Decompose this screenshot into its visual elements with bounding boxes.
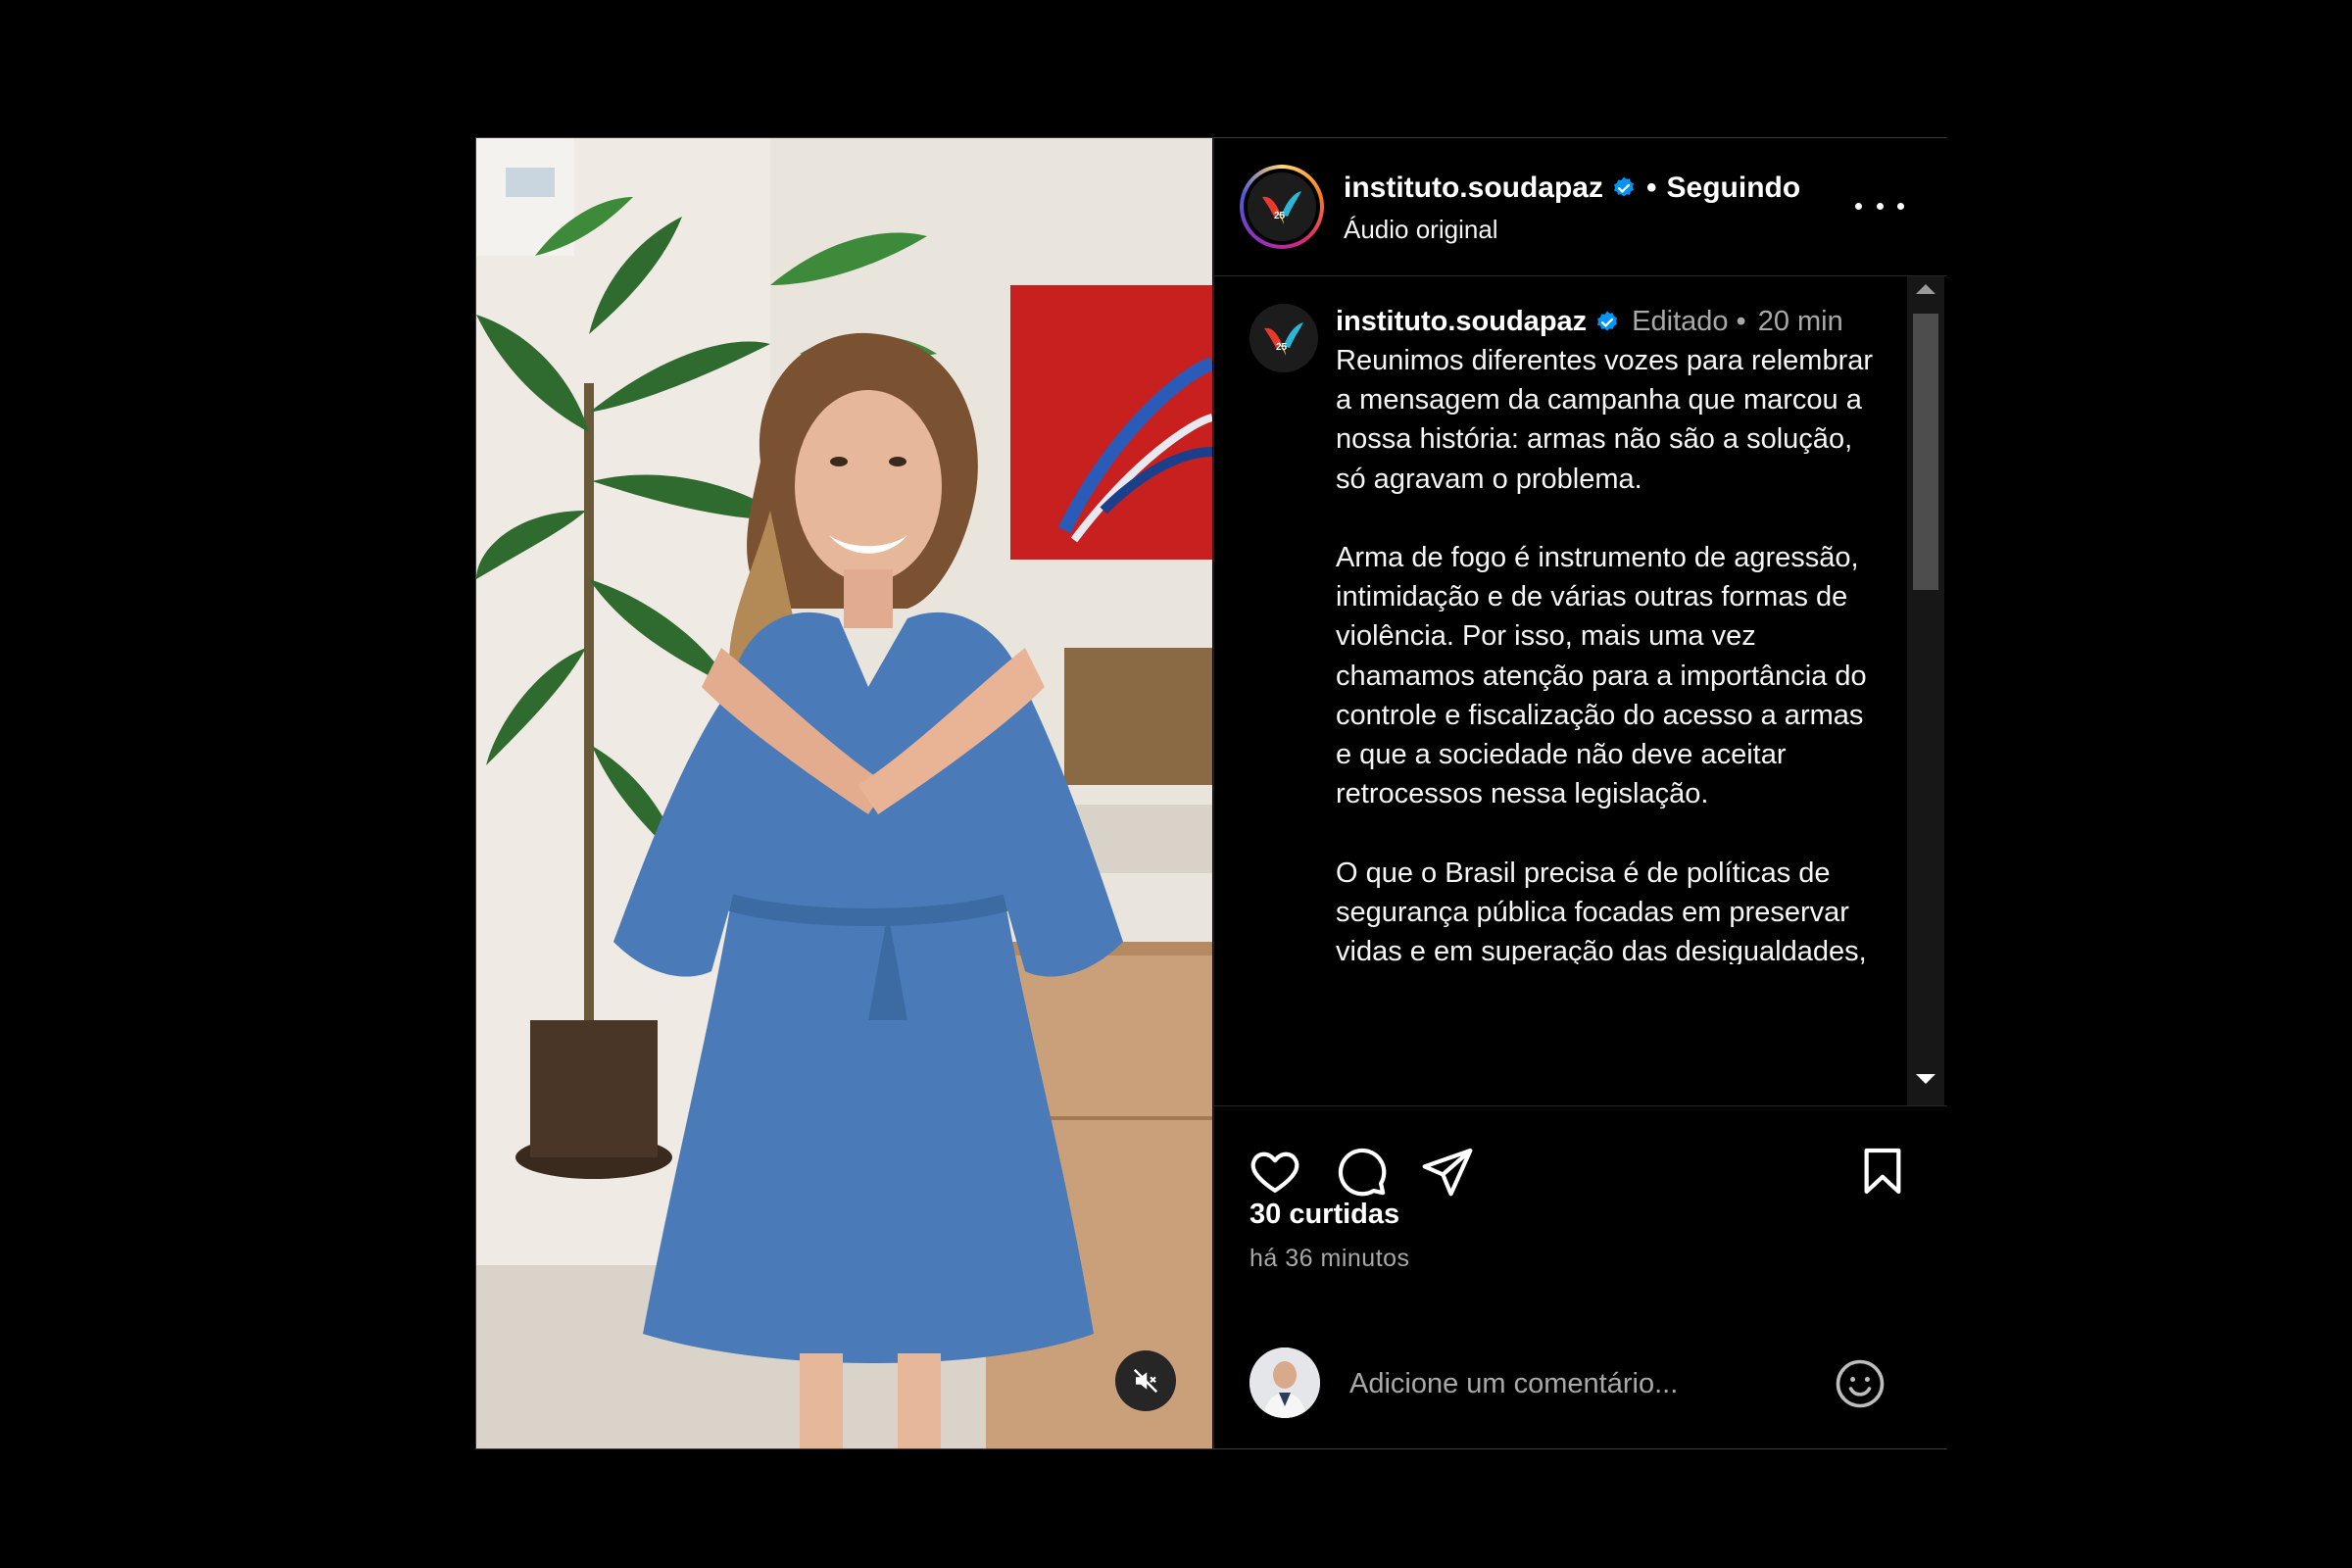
caption-avatar[interactable]: 25 (1250, 304, 1318, 372)
post-header: 25 instituto.soudapaz • Seguindo Áudio o… (1214, 138, 1947, 276)
caption-username[interactable]: instituto.soudapaz (1336, 306, 1587, 338)
profile-avatar-story-ring[interactable]: 25 (1240, 165, 1324, 249)
more-options-button[interactable] (1855, 191, 1904, 220)
verified-badge-icon (1597, 311, 1618, 331)
post-time-ago[interactable]: há 36 minutos (1250, 1245, 1410, 1273)
paper-plane-icon[interactable] (1420, 1144, 1475, 1199)
speaker-muted-icon (1133, 1368, 1158, 1394)
caption-scrollbar[interactable] (1907, 276, 1944, 1105)
add-comment-row (1214, 1320, 1947, 1449)
header-separator: • (1646, 172, 1657, 204)
original-audio-link[interactable]: Áudio original (1344, 215, 1498, 245)
smiley-icon[interactable] (1834, 1357, 1886, 1410)
scroll-up-arrow-icon[interactable] (1916, 284, 1936, 294)
caption-section: 25 instituto.soudapaz Editado • 20 min R… (1214, 276, 1947, 964)
current-user-avatar[interactable] (1250, 1348, 1320, 1418)
ellipsis-icon (1855, 202, 1862, 210)
speech-bubble-icon[interactable] (1334, 1144, 1389, 1199)
video-frame-illustration (476, 138, 1212, 1448)
caption-meta-separator: • (1736, 306, 1746, 337)
verified-badge-icon (1614, 176, 1634, 197)
brand-logo-icon: 25 (1262, 191, 1301, 224)
post-video[interactable] (476, 138, 1212, 1448)
post-actions-section: 30 curtidas há 36 minutos (1214, 1105, 1947, 1449)
brand-logo-icon: 25 (1264, 322, 1303, 356)
post-details-panel: 25 instituto.soudapaz • Seguindo Áudio o… (1213, 138, 1947, 1448)
svg-text:25: 25 (1274, 211, 1286, 221)
likes-count[interactable]: 30 curtidas (1250, 1199, 1399, 1231)
comment-input[interactable] (1348, 1348, 1812, 1420)
heart-icon[interactable] (1248, 1144, 1302, 1199)
mute-toggle-button[interactable] (1115, 1350, 1176, 1411)
post-modal: 25 instituto.soudapaz • Seguindo Áudio o… (475, 137, 1947, 1449)
caption-timestamp[interactable]: 20 min (1758, 306, 1843, 338)
caption-text: Reunimos diferentes vozes para relembrar… (1336, 345, 1874, 964)
following-button[interactable]: Seguindo (1667, 172, 1801, 205)
caption-header: instituto.soudapaz Editado • 20 min (1336, 306, 1843, 338)
scrollbar-thumb[interactable] (1913, 314, 1938, 590)
bookmark-icon[interactable] (1855, 1144, 1910, 1199)
user-photo-icon (1250, 1348, 1320, 1418)
svg-text:25: 25 (1276, 342, 1288, 353)
header-username[interactable]: instituto.soudapaz (1344, 172, 1603, 205)
edited-label: Editado (1632, 306, 1729, 337)
scroll-down-arrow-icon[interactable] (1916, 1074, 1936, 1084)
avatar: 25 (1248, 172, 1316, 241)
